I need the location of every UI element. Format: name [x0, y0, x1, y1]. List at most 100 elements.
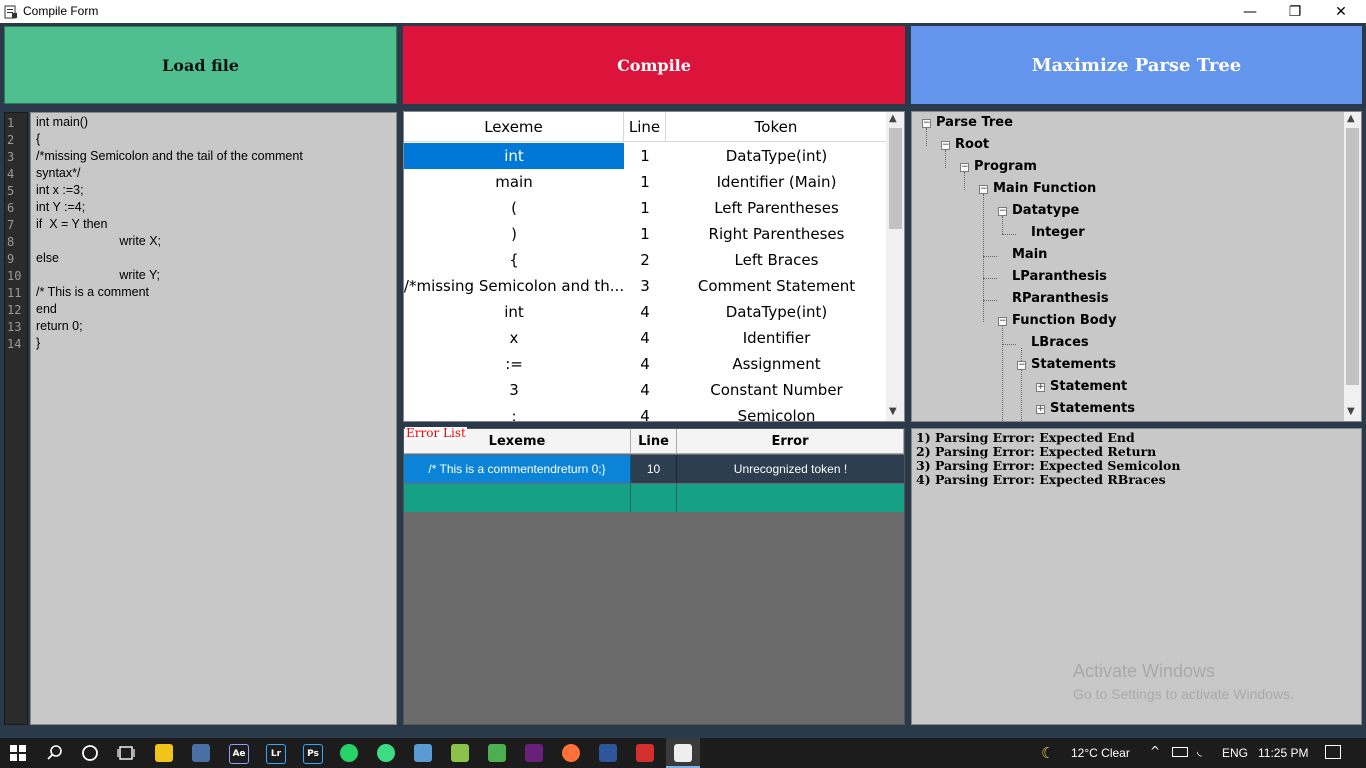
- close-button[interactable]: ✕: [1318, 0, 1364, 23]
- lexeme-cell[interactable]: ): [404, 221, 624, 247]
- notifications-icon[interactable]: [1325, 745, 1341, 759]
- collapse-icon[interactable]: −: [960, 163, 969, 172]
- virtualbox-icon[interactable]: [414, 744, 432, 762]
- photoshop-icon[interactable]: Ps: [303, 744, 323, 764]
- restore-button[interactable]: ❐: [1272, 0, 1318, 23]
- table-row[interactable]: x 4 Identifier: [404, 325, 887, 351]
- table-row[interactable]: ; 4 Semicolon: [404, 403, 887, 421]
- scroll-up-icon[interactable]: ▲: [889, 113, 897, 124]
- empty-error-cell[interactable]: [631, 484, 677, 512]
- line-cell[interactable]: 4: [624, 377, 666, 403]
- line-cell[interactable]: 4: [624, 299, 666, 325]
- expand-icon[interactable]: +: [1036, 383, 1045, 392]
- lexeme-cell[interactable]: ;: [404, 403, 624, 421]
- column-header-lexeme[interactable]: Lexeme: [404, 112, 624, 142]
- collapse-icon[interactable]: −: [979, 185, 988, 194]
- load-file-button[interactable]: Load file: [4, 26, 397, 104]
- tree-node-datatype[interactable]: Datatype: [1012, 203, 1079, 219]
- collapse-icon[interactable]: −: [998, 207, 1007, 216]
- scroll-down-icon[interactable]: ▼: [889, 406, 897, 417]
- lexeme-cell[interactable]: int: [404, 143, 624, 169]
- tree-node-integer[interactable]: Integer: [1031, 225, 1085, 241]
- android-studio-icon[interactable]: [377, 744, 395, 762]
- tree-node-program[interactable]: Program: [974, 159, 1037, 175]
- line-cell[interactable]: 3: [624, 273, 666, 299]
- compile-button[interactable]: Compile: [403, 26, 905, 104]
- tree-node-parse-tree[interactable]: Parse Tree: [936, 115, 1013, 131]
- cortana-icon[interactable]: [81, 744, 99, 766]
- lexeme-table[interactable]: Lexeme Line Token int 1 DataType(int) ma…: [403, 111, 905, 422]
- error-column-header-line[interactable]: Line: [631, 429, 677, 454]
- token-cell[interactable]: Semicolon: [666, 403, 887, 421]
- token-cell[interactable]: Identifier: [666, 325, 887, 351]
- task-view-icon[interactable]: [117, 744, 135, 766]
- windows-start-icon[interactable]: [10, 745, 26, 765]
- scroll-thumb[interactable]: [1346, 128, 1359, 385]
- error-message-cell[interactable]: Unrecognized token !: [677, 455, 904, 483]
- tree-node-statements[interactable]: Statements: [1050, 401, 1135, 417]
- table-row[interactable]: 3 4 Constant Number: [404, 377, 887, 403]
- table-row[interactable]: /*missing Semicolon and th... 3 Comment …: [404, 273, 887, 299]
- lexeme-cell[interactable]: int: [404, 299, 624, 325]
- collapse-icon[interactable]: −: [998, 317, 1007, 326]
- language-indicator[interactable]: ENG: [1222, 746, 1248, 760]
- line-cell[interactable]: 1: [624, 221, 666, 247]
- word-icon[interactable]: [599, 744, 617, 762]
- table-row[interactable]: { 2 Left Braces: [404, 247, 887, 273]
- lexeme-cell[interactable]: main: [404, 169, 624, 195]
- token-cell[interactable]: Assignment: [666, 351, 887, 377]
- acrobat-icon[interactable]: [636, 744, 654, 762]
- column-header-token[interactable]: Token: [666, 112, 887, 142]
- expand-icon[interactable]: +: [1036, 405, 1045, 414]
- lexeme-cell[interactable]: :=: [404, 351, 624, 377]
- token-cell[interactable]: DataType(int): [666, 299, 887, 325]
- token-cell[interactable]: Left Parentheses: [666, 195, 887, 221]
- after-effects-icon[interactable]: Ae: [229, 744, 249, 764]
- scroll-down-icon[interactable]: ▼: [1347, 406, 1355, 417]
- error-line-cell[interactable]: 10: [631, 455, 677, 483]
- collapse-icon[interactable]: −: [1017, 361, 1026, 370]
- table-row[interactable]: main 1 Identifier (Main): [404, 169, 887, 195]
- scroll-thumb[interactable]: [889, 128, 902, 229]
- table-row[interactable]: int 4 DataType(int): [404, 299, 887, 325]
- whatsapp-icon[interactable]: [340, 744, 358, 762]
- column-header-line[interactable]: Line: [624, 112, 666, 142]
- tree-node-lparanthesis[interactable]: LParanthesis: [1012, 269, 1107, 285]
- visual-studio-icon[interactable]: [525, 744, 543, 762]
- weather-icon[interactable]: ☾: [1041, 744, 1054, 762]
- firefox-icon[interactable]: [562, 744, 580, 762]
- lexeme-cell[interactable]: 3: [404, 377, 624, 403]
- control-panel-icon[interactable]: [192, 744, 210, 762]
- search-icon[interactable]: [46, 744, 64, 766]
- maximize-parse-tree-button[interactable]: Maximize Parse Tree: [911, 26, 1362, 104]
- token-cell[interactable]: Left Braces: [666, 247, 887, 273]
- lexeme-cell[interactable]: {: [404, 247, 624, 273]
- line-cell[interactable]: 1: [624, 169, 666, 195]
- token-cell[interactable]: Identifier (Main): [666, 169, 887, 195]
- line-cell[interactable]: 4: [624, 403, 666, 421]
- app-icon-shield[interactable]: [488, 744, 506, 762]
- tree-node-root[interactable]: Root: [955, 137, 989, 153]
- line-cell[interactable]: 1: [624, 143, 666, 169]
- weather-text[interactable]: 12°C Clear: [1071, 746, 1130, 760]
- wifi-icon[interactable]: ◟: [1197, 744, 1202, 758]
- tree-node-statement[interactable]: Statement: [1050, 379, 1127, 395]
- collapse-icon[interactable]: −: [941, 141, 950, 150]
- table-row[interactable]: := 4 Assignment: [404, 351, 887, 377]
- line-cell[interactable]: 2: [624, 247, 666, 273]
- chevron-up-icon[interactable]: ^: [1150, 744, 1160, 758]
- tree-node-statements[interactable]: Statements: [1031, 357, 1116, 373]
- error-lexeme-cell[interactable]: /* This is a commentendreturn 0;}: [404, 455, 631, 483]
- token-cell[interactable]: Right Parentheses: [666, 221, 887, 247]
- table-row[interactable]: ( 1 Left Parentheses: [404, 195, 887, 221]
- tree-node-main[interactable]: Main: [1012, 247, 1047, 263]
- table-row[interactable]: ) 1 Right Parentheses: [404, 221, 887, 247]
- file-explorer-icon[interactable]: [155, 744, 173, 762]
- tree-node-rparanthesis[interactable]: RParanthesis: [1012, 291, 1109, 307]
- collapse-icon[interactable]: −: [922, 119, 931, 128]
- tree-node-lbraces[interactable]: LBraces: [1031, 335, 1089, 351]
- parse-tree-view[interactable]: − Parse Tree − Root − Program − Main Fun…: [911, 111, 1362, 422]
- error-column-header-error[interactable]: Error: [677, 429, 904, 454]
- line-cell[interactable]: 4: [624, 325, 666, 351]
- minimize-button[interactable]: —: [1227, 0, 1273, 23]
